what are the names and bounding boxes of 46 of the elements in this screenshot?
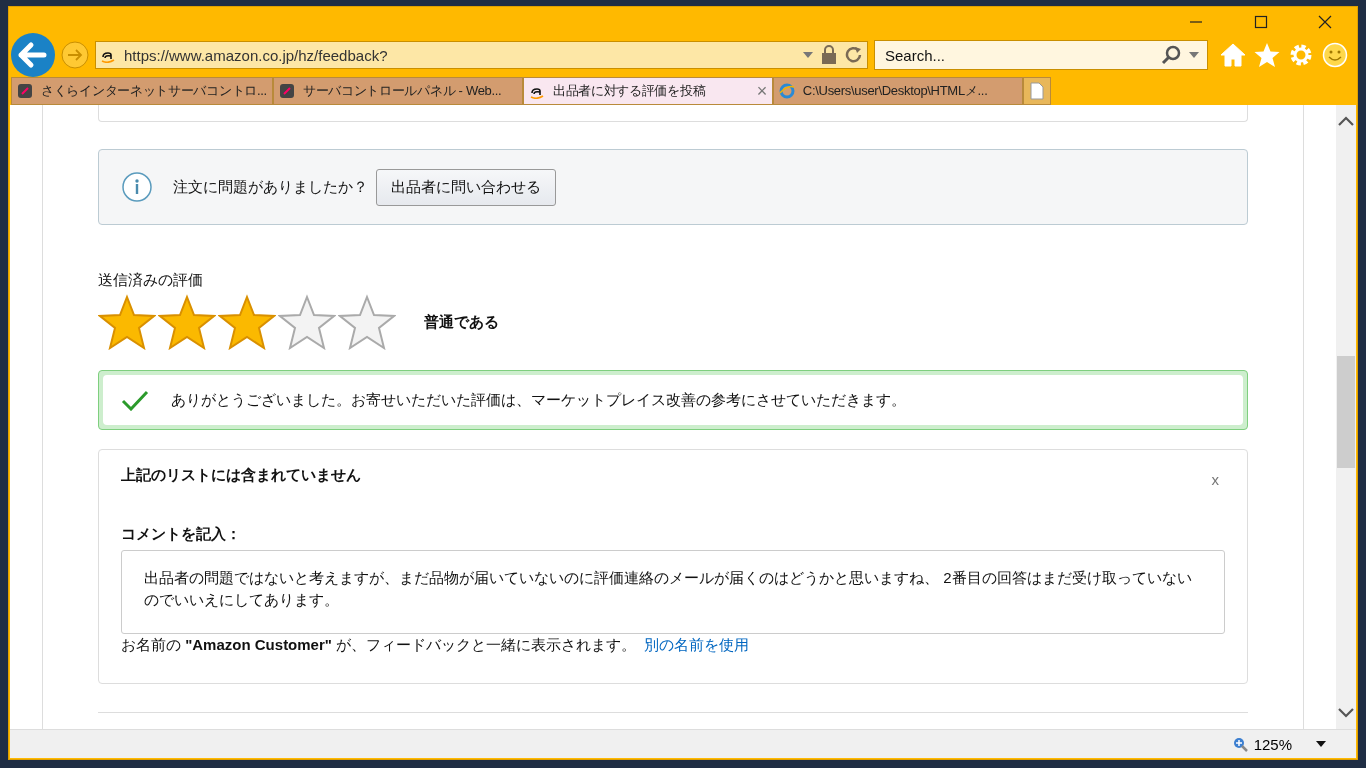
browser-tab[interactable]: C:\Users\user\Desktop\HTMLメ... bbox=[772, 77, 1023, 105]
star-icon[interactable] bbox=[1254, 42, 1280, 68]
empty-star-icon bbox=[278, 294, 336, 350]
new-tab-button[interactable] bbox=[1022, 77, 1051, 105]
filled-star-icon bbox=[218, 294, 276, 350]
close-button[interactable]: x bbox=[1205, 470, 1225, 489]
card-title: 上記のリストには含まれていません bbox=[121, 466, 361, 485]
refresh-icon[interactable] bbox=[845, 46, 863, 64]
search-input[interactable]: Search... bbox=[883, 45, 1153, 65]
app-favicon-icon bbox=[17, 83, 33, 99]
browser-tab[interactable]: サーバコントロールパネル - Web... bbox=[272, 77, 523, 105]
close-icon[interactable] bbox=[1318, 15, 1332, 29]
tab-close-button[interactable]: × bbox=[756, 80, 767, 102]
lock-icon bbox=[821, 45, 837, 65]
contact-seller-button[interactable]: 出品者に問い合わせる bbox=[376, 168, 556, 206]
zoom-level[interactable]: 125% bbox=[1253, 735, 1292, 753]
use-different-name-link[interactable]: 別の名前を使用 bbox=[644, 636, 750, 655]
filled-star-icon bbox=[158, 294, 216, 350]
comment-field[interactable]: 出品者の問題ではないと考えますが、まだ品物が届いていないのに評価連絡のメールが届くのはどうかと思いますね、 2番目の回答はまだ受け取っていないのでいいえにしてあります。 bbox=[121, 550, 1225, 634]
page-icon bbox=[1029, 82, 1044, 100]
browser-tab[interactable]: さくらインターネットサーバコントロ... bbox=[11, 77, 273, 105]
dropdown-icon[interactable] bbox=[1316, 741, 1326, 747]
filled-star-icon bbox=[98, 294, 156, 350]
info-text: 注文に問題がありましたか？ bbox=[173, 177, 368, 197]
back-icon[interactable] bbox=[11, 33, 55, 77]
scrollbar[interactable] bbox=[1336, 105, 1356, 729]
info-icon bbox=[121, 171, 153, 203]
comment-label: コメントを記入： bbox=[121, 525, 242, 544]
scrollbar-thumb[interactable] bbox=[1337, 356, 1355, 468]
success-text: ありがとうございました。お寄せいただいた評価は、マーケットプレイス改善の参考にさせていただきます。 bbox=[171, 390, 906, 410]
search-field[interactable]: Search... bbox=[874, 40, 1208, 70]
maximize-icon[interactable] bbox=[1254, 15, 1268, 29]
browser-favicon-icon bbox=[778, 83, 795, 99]
smiley-icon[interactable] bbox=[1322, 42, 1348, 68]
rating-label: 普通である bbox=[424, 312, 499, 332]
app-favicon-icon bbox=[278, 83, 295, 99]
scroll-up-icon[interactable] bbox=[1338, 115, 1354, 127]
section-heading: 送信済みの評価 bbox=[98, 271, 204, 290]
check-icon bbox=[121, 389, 149, 411]
empty-star-icon bbox=[338, 294, 396, 350]
zoom-icon bbox=[1232, 736, 1248, 752]
name-note-text: お名前の "Amazon Customer" が、フィードバックと一緒に表示されます。 bbox=[121, 636, 637, 655]
forward-icon[interactable] bbox=[61, 41, 89, 69]
browser-tab[interactable]: 出品者に対する評価を投稿 × bbox=[522, 77, 773, 105]
search-icon[interactable] bbox=[1161, 45, 1181, 65]
scroll-down-icon[interactable] bbox=[1338, 707, 1354, 719]
